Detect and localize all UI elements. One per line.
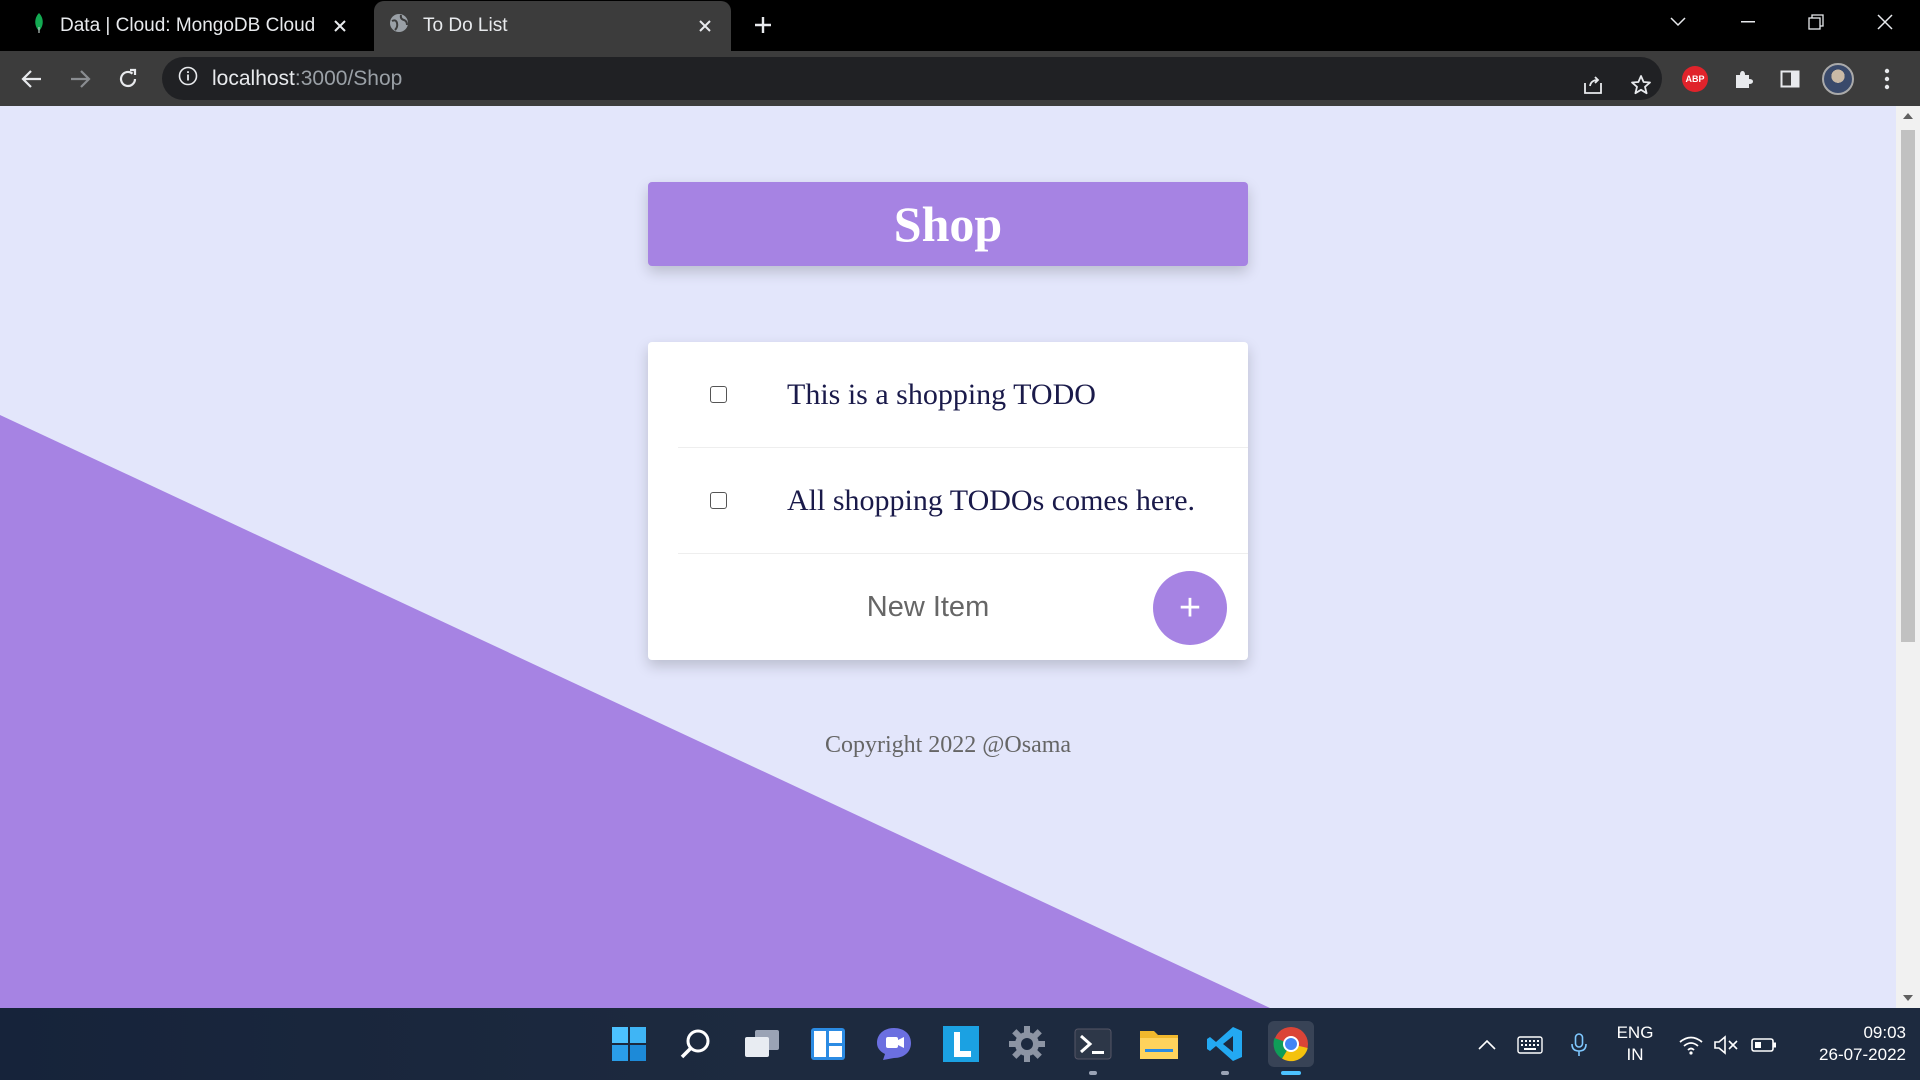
- todo-item: This is a shopping TODO: [678, 342, 1248, 448]
- settings-gear-icon[interactable]: [1004, 1021, 1050, 1067]
- url-path: :3000/Shop: [294, 66, 403, 90]
- page-title: Shop: [893, 196, 1003, 252]
- region-code: IN: [1626, 1045, 1644, 1064]
- new-tab-button[interactable]: [748, 10, 778, 40]
- active-indicator: [1281, 1071, 1301, 1075]
- todo-checkbox[interactable]: [710, 492, 727, 509]
- keyboard-icon[interactable]: [1515, 1030, 1545, 1060]
- start-windows-icon[interactable]: [606, 1021, 652, 1067]
- clock-date: 26-07-2022: [1819, 1045, 1906, 1064]
- forward-button[interactable]: [61, 60, 99, 98]
- input-language-indicator[interactable]: ENG IN: [1610, 1022, 1660, 1066]
- todo-item-text: This is a shopping TODO: [787, 377, 1096, 411]
- language-code: ENG: [1616, 1023, 1654, 1042]
- scroll-up-arrow-icon[interactable]: [1896, 106, 1920, 126]
- extensions-puzzle-icon[interactable]: [1724, 60, 1762, 98]
- browser-toolbar: localhost:3000/Shop ABP: [0, 51, 1920, 106]
- volume-muted-icon[interactable]: [1711, 1030, 1741, 1060]
- tab-title: To Do List: [423, 15, 508, 36]
- clock[interactable]: 09:03 26-07-2022: [1790, 1022, 1906, 1066]
- page-scrollbar[interactable]: [1896, 106, 1920, 1008]
- reload-button[interactable]: [109, 60, 147, 98]
- wifi-icon[interactable]: [1676, 1030, 1706, 1060]
- url-host: localhost: [212, 66, 295, 90]
- running-indicator: [1089, 1071, 1097, 1075]
- search-icon[interactable]: [673, 1021, 719, 1067]
- widgets-icon[interactable]: [805, 1021, 851, 1067]
- terminal-icon[interactable]: [1070, 1021, 1116, 1075]
- vscode-icon[interactable]: [1202, 1021, 1248, 1075]
- scroll-down-arrow-icon[interactable]: [1896, 988, 1920, 1008]
- menu-kebab-icon[interactable]: [1868, 60, 1906, 98]
- todo-checkbox[interactable]: [710, 386, 727, 403]
- mongodb-leaf-icon: [32, 12, 46, 40]
- running-indicator: [1221, 1071, 1229, 1075]
- page-viewport: Shop This is a shopping TODO All shoppin…: [0, 106, 1896, 1008]
- restore-button[interactable]: [1786, 0, 1846, 44]
- tab-todo-list[interactable]: To Do List: [374, 1, 731, 51]
- todo-list-card: This is a shopping TODO All shopping TOD…: [648, 342, 1248, 660]
- scroll-thumb[interactable]: [1901, 130, 1915, 642]
- address-bar[interactable]: localhost:3000/Shop: [162, 57, 1662, 100]
- clock-time: 09:03: [1863, 1023, 1906, 1042]
- share-icon[interactable]: [1574, 66, 1612, 104]
- site-info-icon[interactable]: [178, 66, 198, 91]
- copyright-footer: Copyright 2022 @Osama: [824, 732, 1072, 758]
- microphone-icon[interactable]: [1564, 1030, 1594, 1060]
- launcher-l-icon[interactable]: [938, 1021, 984, 1067]
- new-item-input[interactable]: New Item: [678, 554, 1138, 660]
- close-tab-icon[interactable]: [328, 14, 352, 38]
- tab-mongodb[interactable]: Data | Cloud: MongoDB Cloud: [18, 0, 366, 51]
- windows-taskbar: ENG IN 09:03 26-07-2022: [0, 1008, 1920, 1080]
- globe-icon: [389, 13, 409, 39]
- battery-icon[interactable]: [1749, 1030, 1779, 1060]
- add-item-button[interactable]: +: [1153, 571, 1227, 645]
- tab-search-chevron-icon[interactable]: [1648, 0, 1708, 44]
- bookmark-star-icon[interactable]: [1622, 66, 1660, 104]
- minimize-button[interactable]: [1718, 0, 1778, 44]
- close-tab-icon[interactable]: [693, 14, 717, 38]
- todo-item-text: All shopping TODOs comes here.: [787, 483, 1196, 517]
- back-button[interactable]: [13, 60, 51, 98]
- close-window-button[interactable]: [1855, 0, 1915, 44]
- adblock-plus-icon[interactable]: ABP: [1676, 60, 1714, 98]
- chrome-icon[interactable]: [1268, 1021, 1314, 1075]
- file-explorer-icon[interactable]: [1136, 1021, 1182, 1067]
- show-hidden-icons-chevron-icon[interactable]: [1472, 1030, 1502, 1060]
- tab-strip: Data | Cloud: MongoDB Cloud To Do List: [0, 0, 1920, 51]
- todo-item: All shopping TODOs comes here.: [678, 448, 1248, 554]
- profile-avatar[interactable]: [1819, 60, 1857, 98]
- side-panel-icon[interactable]: [1771, 60, 1809, 98]
- tab-title: Data | Cloud: MongoDB Cloud: [60, 14, 316, 36]
- list-heading-box: Shop: [648, 182, 1248, 266]
- task-view-icon[interactable]: [739, 1021, 785, 1067]
- teams-chat-icon[interactable]: [871, 1021, 917, 1067]
